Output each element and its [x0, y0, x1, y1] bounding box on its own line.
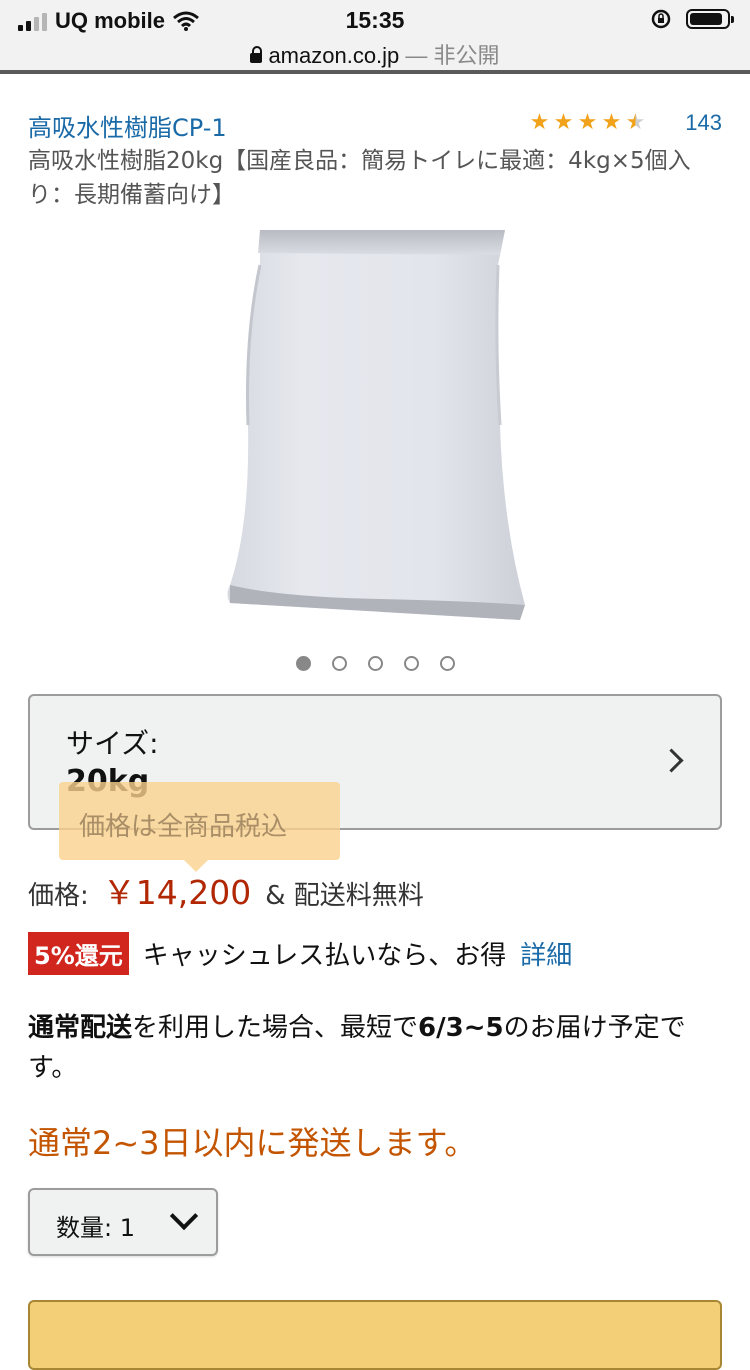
orientation-lock-icon: [651, 9, 671, 29]
quantity-label: 数量: 1: [56, 1214, 135, 1242]
product-title: 高吸水性樹脂20kg【国産良品：簡易トイレに最適：4kg×5個入り：長期備蓄向け…: [28, 148, 691, 208]
carousel-dot[interactable]: [403, 656, 419, 671]
delivery-date: 6/3~5: [418, 1013, 504, 1043]
star-rating[interactable]: ★ ★ ★ ★ ★: [528, 110, 647, 135]
chevron-right-icon: [659, 748, 684, 773]
carousel-dot[interactable]: [331, 656, 347, 671]
delivery-info: 通常配送を利用した場合、最短で6/3~5のお届け予定です。: [28, 1008, 718, 1088]
half-star-icon: ★: [625, 110, 646, 135]
star-icon: ★: [529, 110, 550, 135]
url-bar[interactable]: amazon.co.jp — 非公開: [0, 38, 750, 70]
chevron-down-icon: [169, 1201, 199, 1231]
battery-icon: [686, 9, 734, 29]
tooltip-text: 価格は全商品税込: [79, 812, 288, 842]
quantity-select[interactable]: 数量: 1: [28, 1188, 218, 1256]
free-shipping-text: & 配送料無料: [265, 881, 424, 911]
price-row: 価格: ￥14,200 & 配送料無料: [28, 866, 424, 914]
url-privacy: — 非公開: [405, 43, 500, 68]
review-count-link[interactable]: 143: [685, 110, 722, 136]
cashless-promo: 5%還元 キャッシュレス払いなら、お得 詳細: [28, 932, 572, 975]
shipping-note: 通常2~3日以内に発送します。: [28, 1124, 477, 1162]
image-carousel-dots: [0, 656, 750, 671]
lock-icon: [250, 46, 263, 63]
star-icon: ★: [601, 110, 622, 135]
size-label: サイズ:: [66, 727, 159, 760]
price-value: ￥14,200: [102, 873, 252, 912]
star-icon: ★: [553, 110, 574, 135]
carousel-dot[interactable]: [295, 656, 311, 671]
star-icon: ★: [577, 110, 598, 135]
delivery-text: を利用した場合、最短で: [132, 1013, 419, 1043]
cashless-text: キャッシュレス払いなら、お得: [142, 941, 507, 971]
cashback-badge: 5%還元: [28, 932, 129, 975]
add-to-cart-button[interactable]: [28, 1300, 722, 1370]
tax-tooltip: 価格は全商品税込: [59, 782, 340, 860]
clock: 15:35: [345, 7, 405, 33]
price-label: 価格:: [28, 881, 89, 911]
product-image[interactable]: [220, 225, 530, 620]
browser-top-bar: UQ mobile 15:35 amazon.co.jp — 非公開: [0, 0, 750, 74]
carousel-dot[interactable]: [439, 656, 455, 671]
delivery-method: 通常配送: [28, 1013, 133, 1043]
details-link[interactable]: 詳細: [520, 935, 572, 972]
url-domain: amazon.co.jp: [268, 43, 400, 68]
carousel-dot[interactable]: [367, 656, 383, 671]
brand-link[interactable]: 高吸水性樹脂CP-1: [28, 108, 227, 143]
